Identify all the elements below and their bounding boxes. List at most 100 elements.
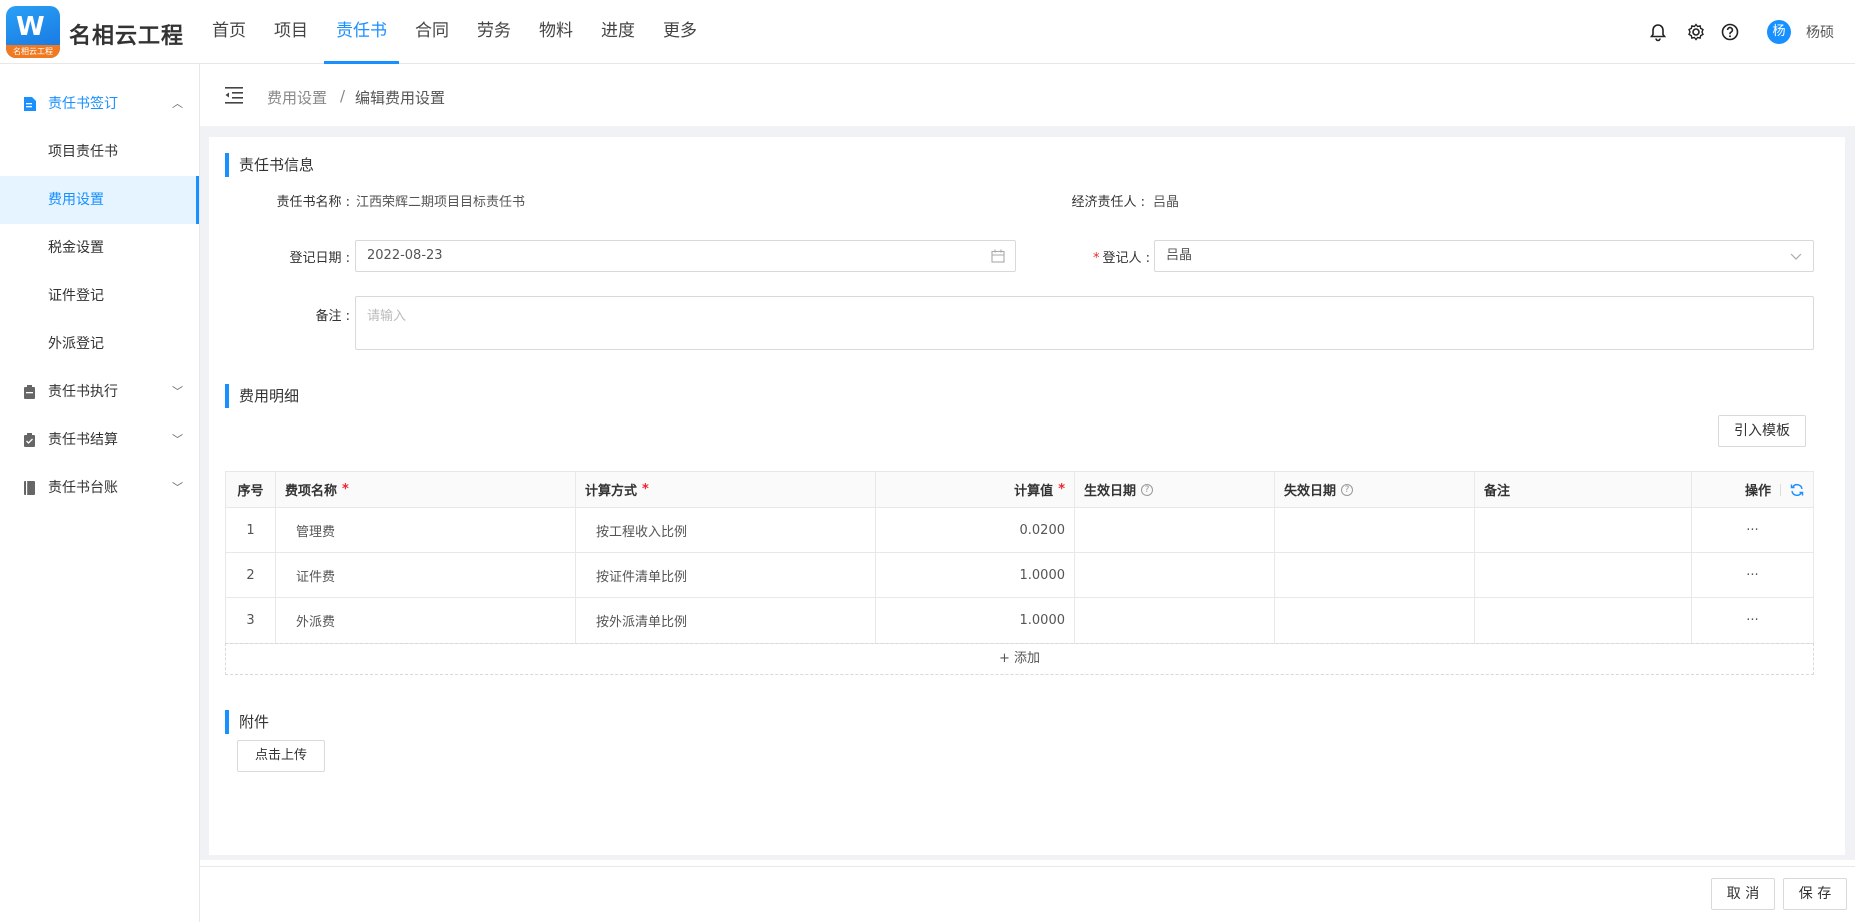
cell-end-date[interactable] [1275,508,1475,552]
label-registrant-text: 登记人 : [1102,251,1150,266]
sidebar-group-sign[interactable]: 责任书签订 ︿ [0,80,199,128]
sidebar-group-settle[interactable]: 责任书结算 ﹀ [0,416,199,464]
cell-fee-name[interactable]: 证件费 [276,553,576,597]
cell-index: 1 [226,508,276,552]
section-title-fees: 费用明细 [225,384,299,408]
cancel-button[interactable]: 取 消 [1711,878,1775,910]
username[interactable]: 杨硕 [1806,22,1834,42]
cell-method[interactable]: 按工程收入比例 [576,508,876,552]
sidebar-item-fee-settings[interactable]: 费用设置 [0,176,199,224]
col-method-label: 计算方式 [585,484,638,499]
label-remark: 备注 : [315,309,350,324]
question-icon[interactable]: ? [1341,483,1354,496]
cell-value[interactable]: 0.0200 [876,508,1075,552]
cell-end-date[interactable] [1275,553,1475,597]
breadcrumb-parent[interactable]: 费用设置 [267,87,327,108]
sidebar-item-dispatch[interactable]: 外派登记 [0,320,199,368]
cell-method[interactable]: 按外派清单比例 [576,598,876,643]
col-index: 序号 [226,472,276,507]
required-mark: * [642,482,649,497]
section-title-attachment: 附件 [225,710,269,734]
calendar-icon [991,249,1005,263]
chevron-down-icon: ﹀ [172,385,183,398]
cell-remark[interactable] [1475,508,1692,552]
cell-fee-name[interactable]: 外派费 [276,598,576,643]
sidebar-item-certificate[interactable]: 证件登记 [0,272,199,320]
app-brand: 名相云工程 [69,24,185,49]
sidebar-group-ledger[interactable]: 责任书台账 ﹀ [0,464,199,512]
import-template-button[interactable]: 引入模板 [1718,415,1806,447]
cell-start-date[interactable] [1075,553,1275,597]
chevron-down-icon [1790,253,1802,260]
save-button[interactable]: 保 存 [1783,878,1847,910]
footer-bar: 取 消 保 存 [200,866,1855,922]
col-value-label: 计算值 [1014,484,1054,499]
chevron-up-icon: ︿ [172,97,183,110]
cell-fee-name[interactable]: 管理费 [276,508,576,552]
sidebar-group-sign-label: 责任书签订 [48,96,118,112]
book-icon [24,481,35,495]
table-row[interactable]: 2 证件费 按证件清单比例 1.0000 ··· [226,553,1813,598]
table-row[interactable]: 1 管理费 按工程收入比例 0.0200 ··· [226,508,1813,553]
cell-end-date[interactable] [1275,598,1475,643]
value-name: 江西荣辉二期项目目标责任书 [356,195,526,210]
cell-method[interactable]: 按证件清单比例 [576,553,876,597]
top-bar: W 名相云工程 名相云工程 首页 项目 责任书 合同 劳务 物料 进度 更多 杨… [0,0,1855,64]
nav-labor[interactable]: 劳务 [477,0,511,64]
help-icon[interactable] [1720,22,1740,42]
col-start-date: 生效日期? [1075,472,1275,507]
sidebar-group-exec[interactable]: 责任书执行 ﹀ [0,368,199,416]
question-icon[interactable]: ? [1141,483,1154,496]
registrant-value: 吕晶 [1166,248,1193,263]
more-actions-button[interactable]: ··· [1692,553,1813,597]
avatar[interactable]: 杨 [1767,20,1791,44]
sidebar-group-ledger-label: 责任书台账 [48,480,118,496]
cell-value[interactable]: 1.0000 [876,598,1075,643]
sidebar-item-project-responsibility[interactable]: 项目责任书 [0,128,199,176]
cell-remark[interactable] [1475,598,1692,643]
logo-glyph: W [16,12,45,42]
remark-textarea[interactable]: 请输入 [355,296,1814,350]
bell-icon[interactable] [1648,22,1668,42]
nav-contract[interactable]: 合同 [415,0,449,64]
nav-more[interactable]: 更多 [663,0,697,64]
breadcrumb-current: 编辑费用设置 [355,89,446,107]
nav-project[interactable]: 项目 [274,0,308,64]
cell-start-date[interactable] [1075,598,1275,643]
registrant-select[interactable]: 吕晶 [1154,240,1814,272]
date-picker[interactable]: 2022-08-23 [355,240,1016,272]
col-end-date: 失效日期? [1275,472,1475,507]
required-mark: * [1058,482,1065,497]
fee-table: 序号 费项名称 * 计算方式 * 计算值 * 生效日期? 失效日期? 备注 操作 1 … [225,471,1814,644]
cell-start-date[interactable] [1075,508,1275,552]
refresh-icon[interactable] [1790,483,1804,497]
gear-icon[interactable] [1686,22,1706,42]
sidebar-group-settle-label: 责任书结算 [48,432,118,448]
col-remark: 备注 [1475,472,1692,507]
logo-band-text: 名相云工程 [6,45,60,58]
more-actions-button[interactable]: ··· [1692,508,1813,552]
col-operation: 操作 [1692,472,1813,507]
col-operation-label: 操作 [1744,484,1771,499]
label-registrant: * 登记人 : [1060,247,1150,266]
nav-progress[interactable]: 进度 [601,0,635,64]
add-row-button[interactable]: + 添加 [225,643,1814,675]
cell-value[interactable]: 1.0000 [876,553,1075,597]
menu-collapse-icon[interactable] [224,86,244,104]
nav-home[interactable]: 首页 [212,0,246,64]
more-actions-button[interactable]: ··· [1692,598,1813,643]
nav-responsibility[interactable]: 责任书 [324,0,399,64]
app-logo[interactable]: W 名相云工程 [6,6,60,58]
sidebar-item-tax-settings[interactable]: 税金设置 [0,224,199,272]
breadcrumb [200,64,1855,126]
upload-button[interactable]: 点击上传 [237,740,325,772]
cell-remark[interactable] [1475,553,1692,597]
nav-material[interactable]: 物料 [539,0,573,64]
sidebar-group-exec-label: 责任书执行 [48,384,118,400]
table-header: 序号 费项名称 * 计算方式 * 计算值 * 生效日期? 失效日期? 备注 操作 [226,472,1813,508]
value-economic-owner: 吕晶 [1153,195,1180,210]
document-icon [24,97,36,111]
table-row[interactable]: 3 外派费 按外派清单比例 1.0000 ··· [226,598,1813,643]
label-name: 责任书名称 : [276,195,350,210]
required-mark: * [342,482,349,497]
